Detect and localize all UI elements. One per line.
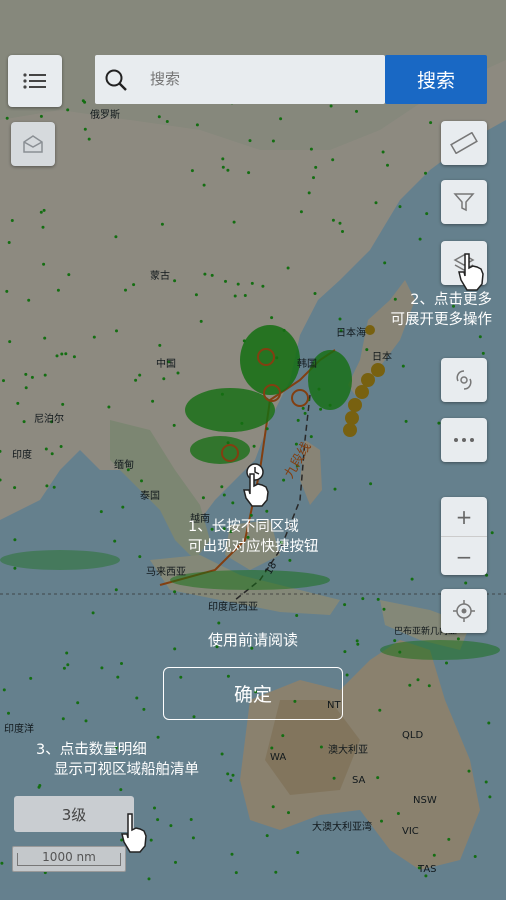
hint-more-line2: 可展开更多操作 xyxy=(390,312,493,328)
more-button[interactable] xyxy=(441,418,487,462)
hand-pointer-icon-more xyxy=(458,253,484,291)
read-before-use-text: 使用前请阅读 xyxy=(207,631,298,649)
ruler-button[interactable] xyxy=(441,121,487,165)
scale-label: 1000 nm xyxy=(42,850,96,864)
filter-icon xyxy=(453,193,475,212)
crosshair-icon xyxy=(453,600,475,622)
hint-longpress: 1、长按不同区域 可出现对应快捷按钮 xyxy=(188,517,319,557)
search-bar xyxy=(95,55,385,104)
hint-count-line1: 3、点击数量明细 xyxy=(36,742,147,758)
confirm-button[interactable]: 确定 xyxy=(163,667,343,720)
locate-button[interactable] xyxy=(441,589,487,633)
search-input[interactable] xyxy=(150,55,370,104)
zoom-control: + − xyxy=(441,497,487,575)
hint-more: 2、点击更多 可展开更多操作 xyxy=(376,290,493,330)
zoom-in-button[interactable]: + xyxy=(441,497,487,536)
message-icon xyxy=(23,135,43,153)
typhoon-button[interactable] xyxy=(441,358,487,402)
hand-pointer-icon-count xyxy=(121,813,147,853)
scale-bar: 1000 nm xyxy=(12,846,126,872)
menu-button[interactable] xyxy=(8,55,62,107)
list-menu-icon xyxy=(23,73,46,89)
search-icon xyxy=(105,69,127,91)
ship-count-level-button[interactable]: 3级 xyxy=(14,796,134,832)
hint-count: 3、点击数量明细 显示可视区域船舶清单 xyxy=(36,740,199,780)
search-button[interactable]: 搜索 xyxy=(385,55,487,104)
hand-pointer-icon-longpress xyxy=(243,463,269,507)
filter-button[interactable] xyxy=(441,180,487,224)
more-icon xyxy=(454,438,474,442)
zoom-out-button[interactable]: − xyxy=(441,536,487,576)
message-button[interactable] xyxy=(11,122,55,166)
typhoon-icon xyxy=(456,370,472,390)
hint-longpress-line1: 1、长按不同区域 xyxy=(188,519,299,535)
hint-count-line2: 显示可视区域船舶清单 xyxy=(54,762,199,778)
hint-more-line1: 2、点击更多 xyxy=(410,292,492,308)
hint-longpress-line2: 可出现对应快捷按钮 xyxy=(188,539,319,555)
ruler-icon xyxy=(450,132,478,154)
